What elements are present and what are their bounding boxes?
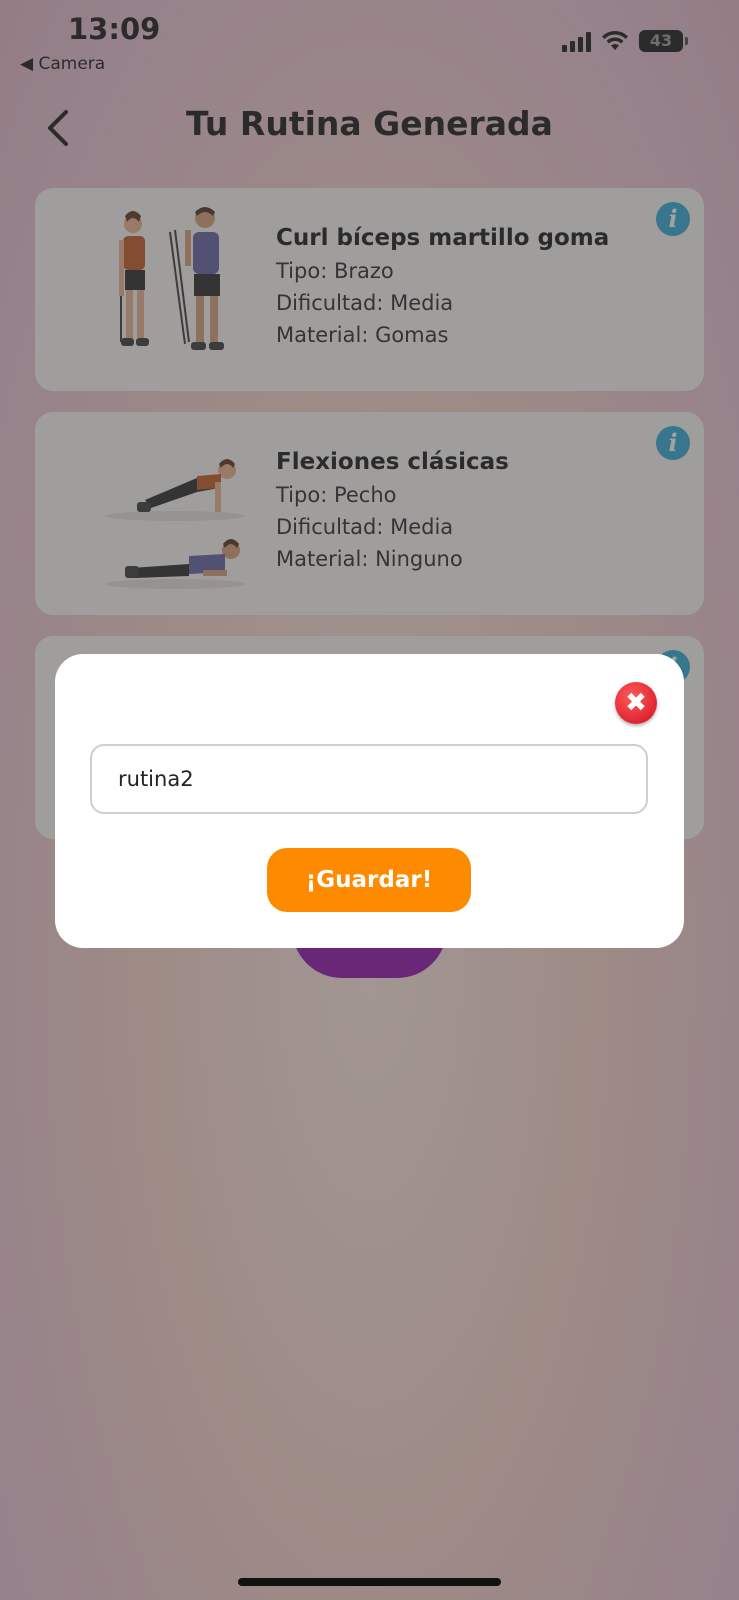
close-icon[interactable]: ✖ xyxy=(615,682,657,724)
save-button[interactable]: ¡Guardar! xyxy=(267,848,471,912)
home-indicator[interactable] xyxy=(238,1578,501,1586)
save-routine-modal: ✖ ¡Guardar! xyxy=(55,654,684,948)
routine-name-input[interactable] xyxy=(90,744,648,814)
